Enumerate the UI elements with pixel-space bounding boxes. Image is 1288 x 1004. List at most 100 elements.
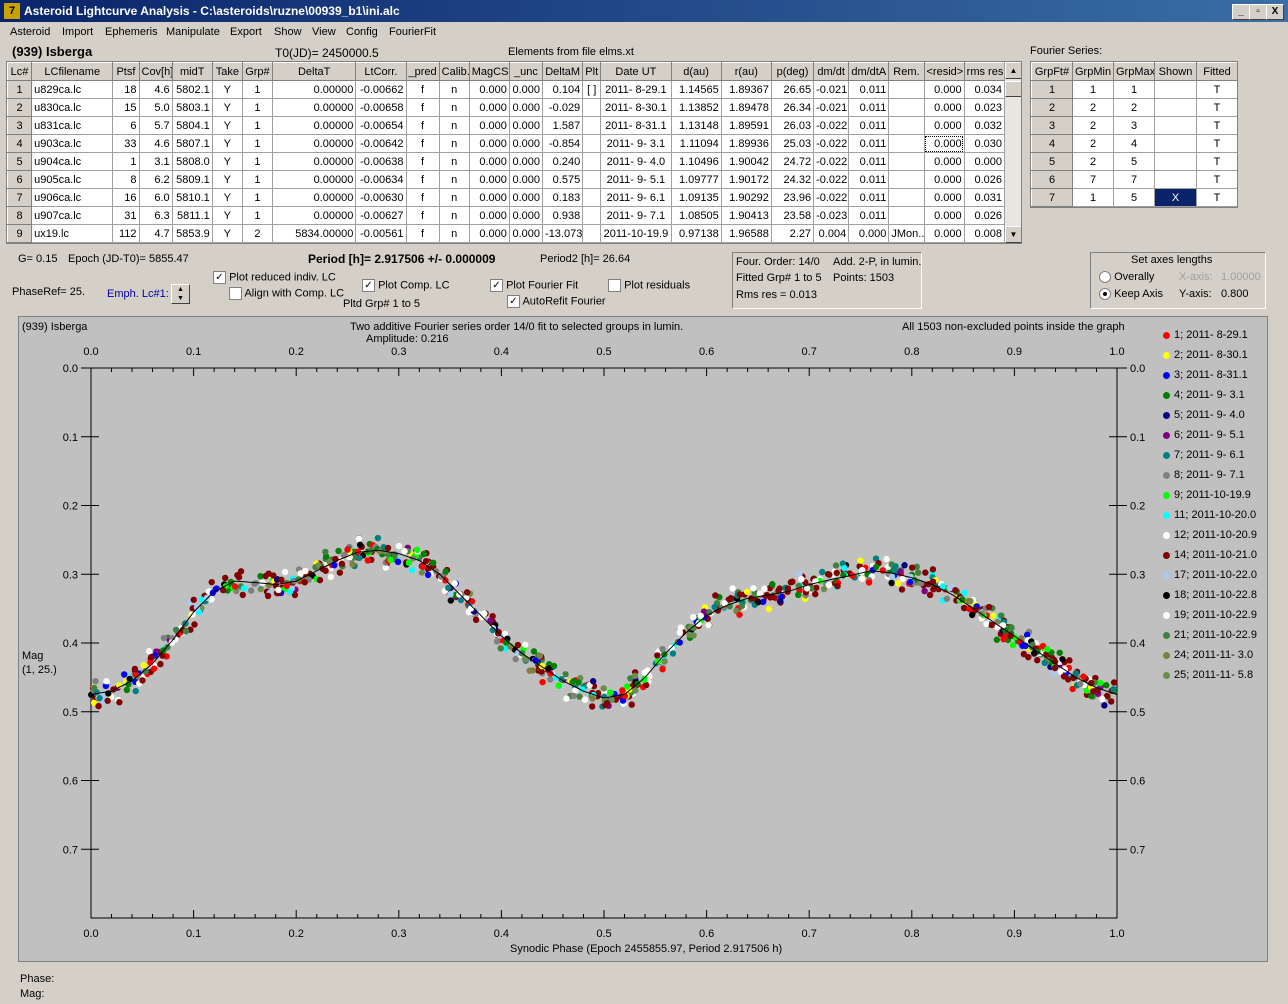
legend-item: 19; 2011-10-22.9 [1163,609,1257,621]
legend-item: 1; 2011- 8-29.1 [1163,329,1248,341]
data-point [1110,686,1117,693]
data-point [356,554,363,562]
legend-item: 4; 2011- 9- 3.1 [1163,389,1245,401]
x-tick-label-top: 0.3 [391,346,406,358]
legend-marker-icon [1163,471,1170,479]
data-point [641,675,648,682]
data-point [632,687,639,694]
data-point [825,581,833,589]
data-point [429,559,437,567]
legend-item: 21; 2011-10-22.9 [1163,629,1257,641]
x-tick-label-bottom: 0.7 [802,928,817,940]
y-tick-label-right: 0.4 [1130,638,1145,650]
data-point [376,548,383,555]
data-point [182,628,190,635]
data-point [132,687,139,695]
data-point [676,639,683,646]
x-tick-label-top: 0.6 [699,346,714,358]
data-point [983,620,990,628]
x-tick-label-top: 0.9 [1007,346,1022,358]
data-point [669,650,677,657]
y-tick-label-left: 0.7 [63,844,78,856]
data-point [989,612,997,620]
data-point [832,562,840,569]
data-point [297,570,304,577]
data-point [993,636,1001,643]
data-point [1009,641,1017,649]
data-point [834,582,841,590]
data-point [123,686,131,694]
data-point [824,570,832,578]
data-point [661,658,668,665]
legend-item: 12; 2011-10-20.9 [1163,529,1257,541]
data-point [841,564,848,572]
legend-label: 1; 2011- 8-29.1 [1174,329,1248,341]
data-point [546,676,554,683]
data-point [251,580,258,587]
y-tick-label-right: 0.3 [1130,569,1145,581]
y-tick-label-right: 0.6 [1130,776,1145,788]
legend-marker-icon [1163,511,1170,519]
data-point [888,573,896,581]
data-point [909,564,916,571]
y-tick-label-left: 0.4 [63,638,78,650]
x-tick-label-bottom: 0.0 [83,928,98,940]
y-tick-label-right: 0.1 [1130,432,1145,444]
lightcurve-chart[interactable]: 0.0 0.0 0.1 0.1 0.2 0.2 0.3 0.3 0.4 0.4 0.5 0.5 0.6 0… [0,0,1288,1004]
data-point [447,597,455,604]
data-point [447,591,454,598]
data-point [208,578,215,586]
data-point [943,595,951,602]
data-point [603,699,611,707]
data-point [522,641,529,648]
x-tick-label-bottom: 0.3 [391,928,406,940]
data-point [712,592,719,599]
data-point [787,579,795,586]
data-point [738,602,746,610]
x-tick-label-top: 0.0 [83,346,98,358]
data-point [743,588,751,595]
data-point [677,624,685,631]
data-point [581,696,589,703]
legend-marker-icon [1163,491,1170,499]
legend-label: 17; 2011-10-22.0 [1174,569,1257,581]
data-point [750,585,757,592]
data-point [711,603,718,611]
data-point [563,695,570,702]
data-point [157,660,164,668]
data-point [240,585,248,592]
data-point [387,556,394,564]
legend-marker-icon [1163,351,1170,359]
legend-label: 4; 2011- 9- 3.1 [1174,389,1245,401]
data-point [857,557,864,564]
data-point [442,568,449,575]
legend-label: 21; 2011-10-22.9 [1174,629,1257,641]
legend-item: 2; 2011- 8-30.1 [1163,349,1248,361]
data-point [349,561,356,568]
data-point [203,594,211,602]
data-point [930,586,937,593]
legend-marker-icon [1163,451,1170,459]
data-point [1056,649,1063,656]
data-point [705,621,712,629]
data-point [761,585,768,592]
data-point [327,573,335,581]
data-point [92,677,99,685]
data-point [145,648,153,655]
data-point [892,563,899,570]
legend-label: 8; 2011- 9- 7.1 [1174,469,1245,481]
data-point [898,586,906,593]
data-point [896,568,904,575]
data-point [965,597,972,605]
legend-label: 12; 2011-10-20.9 [1174,529,1257,541]
data-point [1080,673,1087,680]
data-point [1020,650,1028,658]
data-point [493,638,501,645]
x-tick-label-top: 0.5 [596,346,611,358]
data-point [1097,679,1104,687]
data-point [420,550,428,558]
data-point [408,566,416,574]
data-point [384,544,392,552]
data-point [883,555,890,563]
x-tick-label-bottom: 0.5 [596,928,611,940]
